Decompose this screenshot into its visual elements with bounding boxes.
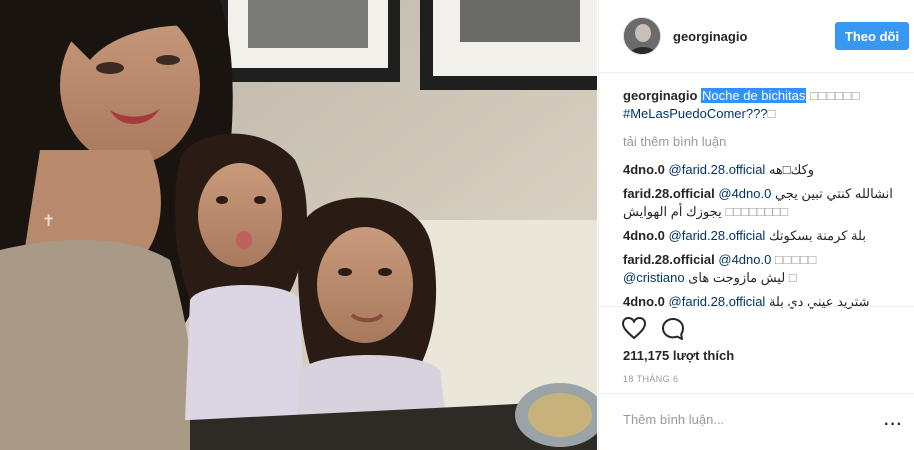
- post-date[interactable]: 18 THÁNG 6: [623, 374, 678, 384]
- add-comment-area: ···: [599, 393, 914, 450]
- heart-icon[interactable]: [621, 316, 649, 342]
- comment-username[interactable]: 4dno.0: [623, 228, 665, 243]
- comment-mention[interactable]: @farid.28.official: [669, 228, 766, 243]
- caption: georginagio Noche de bichitas □□□□□□ #Me…: [623, 87, 911, 123]
- comment-text-line2: يجوزك أم الهوايش: [623, 204, 722, 219]
- comment-item: farid.28.official @4dno.0 انشالله كنتي ت…: [623, 185, 911, 221]
- comment-mention[interactable]: @4dno.0: [718, 186, 771, 201]
- actions-divider: [599, 306, 914, 307]
- comment-mention-2[interactable]: @cristiano: [623, 270, 685, 285]
- comment-item: 4dno.0 @farid.28.official شتريد عيني دي …: [623, 293, 911, 311]
- post-side-panel: georginagio Theo dõi georginagio Noche d…: [598, 0, 914, 450]
- comment-username[interactable]: farid.28.official: [623, 252, 715, 267]
- post-photo[interactable]: ✝: [0, 0, 597, 450]
- comment-text: انشالله كنتي تبين يجي: [774, 186, 893, 201]
- comment-item: farid.28.official @4dno.0 □□□□□ @cristia…: [623, 251, 911, 287]
- comment-end-box: □: [788, 270, 797, 285]
- comment-list: georginagio Noche de bichitas □□□□□□ #Me…: [623, 87, 911, 317]
- comment-item: 4dno.0 @farid.28.official وكك□هه: [623, 161, 911, 179]
- comment-text: بلة كرمنة بسكوتك: [768, 228, 866, 243]
- selfie-illustration: ✝: [0, 0, 597, 450]
- add-comment-input[interactable]: [623, 412, 863, 427]
- comment-glyph-boxes: □□□□□□□□: [725, 204, 789, 219]
- like-count[interactable]: 211,175 lượt thích: [623, 348, 734, 363]
- comment-text: وكك□هه: [768, 162, 815, 177]
- svg-text:✝: ✝: [42, 211, 55, 230]
- more-options-icon[interactable]: ···: [884, 416, 903, 434]
- comment-username[interactable]: farid.28.official: [623, 186, 715, 201]
- caption-highlighted-text: Noche de bichitas: [701, 88, 807, 103]
- load-more-comments-link[interactable]: tải thêm bình luận: [623, 133, 911, 151]
- caption-trail-box: □: [767, 106, 776, 121]
- comment-text: ليش مازوجت هاى: [688, 270, 786, 285]
- caption-username[interactable]: georginagio: [623, 88, 697, 103]
- comment-bubble-icon[interactable]: [660, 316, 688, 342]
- avatar[interactable]: [623, 17, 661, 55]
- comment-glyph-boxes: □□□□□: [774, 252, 817, 267]
- post-header: georginagio Theo dõi: [599, 0, 914, 73]
- avatar-image: [624, 18, 660, 54]
- comment-username[interactable]: 4dno.0: [623, 162, 665, 177]
- follow-button[interactable]: Theo dõi: [835, 22, 909, 50]
- comment-item: 4dno.0 @farid.28.official بلة كرمنة بسكو…: [623, 227, 911, 245]
- comment-mention[interactable]: @farid.28.official: [669, 162, 766, 177]
- header-username[interactable]: georginagio: [673, 29, 747, 44]
- comment-mention[interactable]: @4dno.0: [718, 252, 771, 267]
- caption-hashtag[interactable]: #MeLasPuedoComer???: [623, 106, 768, 121]
- caption-glyph-boxes: □□□□□□: [809, 88, 861, 103]
